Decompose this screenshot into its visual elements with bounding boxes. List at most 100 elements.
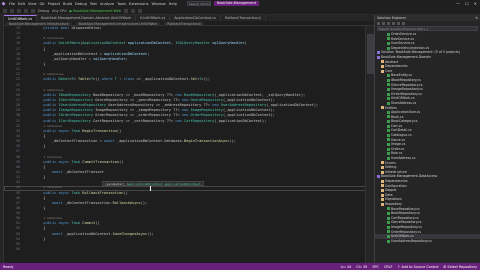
- editor-scrollbar[interactable]: [365, 26, 374, 263]
- back-icon[interactable]: [3, 8, 7, 13]
- tool-icon[interactable]: [137, 8, 142, 13]
- menu-item-debug[interactable]: Debug: [75, 2, 87, 6]
- csharp-file-icon: [387, 152, 390, 156]
- folder-icon: [381, 198, 384, 202]
- csharp-file-icon: [387, 138, 390, 142]
- toolbar: Debug Any CPU ▶ BookSale.Management.Web: [0, 7, 480, 15]
- close-icon[interactable]: ✕: [475, 15, 480, 21]
- class-dropdown[interactable]: BookSale.Management.Infrastructure.UnitO…: [75, 21, 161, 26]
- solution-name-badge: BookSale.Management: [213, 1, 259, 6]
- configuration-select[interactable]: Debug: [38, 9, 49, 13]
- undo-icon[interactable]: [24, 8, 28, 13]
- status-item[interactable]: Ln: 44: [341, 265, 352, 269]
- csharp-file-icon: [387, 101, 390, 105]
- folder-icon: [381, 166, 384, 170]
- status-right: Ln: 44 Ch: 39 SPC CRLF ↑ Add to Source Contr…: [341, 265, 480, 269]
- sync-icon[interactable]: [382, 22, 385, 25]
- folder-icon: [381, 188, 384, 192]
- status-item[interactable]: ⊞ Select Repository: [444, 265, 478, 269]
- quick-info-tooltip: (parameter) ApplicationDbContext applica…: [102, 181, 204, 186]
- csharp-file-icon: [387, 211, 390, 215]
- solution-explorer-search[interactable]: Search Solution Explorer (Ctrl+;): [377, 26, 478, 31]
- run-button[interactable]: ▶ BookSale.Management.Web: [70, 9, 121, 13]
- csharp-file-icon: [387, 221, 390, 225]
- tooltip-type: ApplicationDbContext applicationDbContex…: [126, 182, 201, 186]
- tree-item-label: UserAddressRepository.cs: [391, 238, 432, 243]
- menu-item-extensions[interactable]: Extensions: [129, 2, 149, 6]
- menu-bar: File Edit View Git Project Build Debug Test Anal…: [9, 2, 177, 6]
- code-editor[interactable]: 13 14 15 16 17 18 19 20 21 22 23 24 25 26 27 28 29 30 31 32…: [4, 26, 374, 263]
- save-icon[interactable]: [17, 8, 21, 13]
- csharp-file-icon: [387, 239, 390, 243]
- menu-item-edit[interactable]: Edit: [18, 2, 25, 6]
- folder-icon: [381, 202, 384, 206]
- csharp-file-icon: [387, 120, 390, 124]
- collapse-icon[interactable]: [392, 22, 395, 25]
- folder-icon: [381, 60, 384, 64]
- menu-item-window[interactable]: Window: [152, 2, 166, 6]
- menu-item-view[interactable]: View: [28, 2, 37, 6]
- csharp-file-icon: [387, 216, 390, 220]
- code-area[interactable]: private bool disposedValue; 0 references…: [26, 26, 366, 247]
- menu-item-analyze[interactable]: Analyze: [100, 2, 114, 6]
- csharp-file-icon: [387, 37, 390, 41]
- properties-icon[interactable]: [402, 22, 405, 25]
- folder-icon: [381, 64, 384, 68]
- solution-tree: OrderService.cs RoleService.cs UserService…: [375, 32, 480, 243]
- csharp-file-icon: [387, 115, 390, 119]
- csharp-file-icon: [387, 83, 390, 87]
- platform-select[interactable]: Any CPU: [52, 9, 66, 13]
- tree-item[interactable]: UserAddressRepository.cs: [375, 239, 480, 244]
- csharp-file-icon: [387, 41, 390, 45]
- solution-explorer: Solution Explorer ✕ Search Solution Expl…: [374, 15, 480, 263]
- csharp-file-icon: [387, 207, 390, 211]
- member-dropdown[interactable]: RollbackTransaction(): [164, 21, 205, 26]
- tool-icon[interactable]: [123, 8, 128, 13]
- csharp-file-icon: [387, 124, 390, 128]
- menu-item-help[interactable]: Help: [169, 2, 177, 6]
- csharp-file-icon: [387, 225, 390, 229]
- folder-icon: [381, 106, 384, 110]
- menu-item-test[interactable]: Test: [90, 2, 97, 6]
- status-text: Ready: [3, 264, 14, 269]
- menu-item-file[interactable]: File: [9, 2, 15, 6]
- folder-icon: [381, 193, 384, 197]
- visual-studio-logo-icon: ◆: [1, 0, 6, 7]
- project-dropdown[interactable]: BookSale.Management.Infrastructure: [6, 21, 72, 26]
- line-number-gutter: 13 14 15 16 17 18 19 20 21 22 23 24 25 26 27 28 29 30 31 32…: [4, 26, 21, 263]
- menu-item-build[interactable]: Build: [63, 2, 72, 6]
- csharp-file-icon: [387, 78, 390, 82]
- home-icon[interactable]: [377, 22, 380, 25]
- close-button[interactable]: ✕: [474, 1, 477, 6]
- csharp-file-icon: [387, 74, 390, 78]
- csharp-file-icon: [387, 147, 390, 151]
- tooltip-text: (parameter): [105, 182, 127, 186]
- solution-explorer-title: Solution Explorer: [377, 16, 407, 20]
- project-icon: [377, 175, 380, 179]
- menu-item-tools[interactable]: Tools: [117, 2, 126, 6]
- redo-icon[interactable]: [31, 8, 35, 13]
- tool-icon[interactable]: [130, 8, 135, 13]
- search-input[interactable]: Search (Ctrl+Q): [186, 1, 211, 6]
- status-item[interactable]: ↑ Add to Source Control: [397, 265, 438, 269]
- window-controls: — ☐ ✕: [456, 1, 480, 6]
- csharp-file-icon: [387, 92, 390, 96]
- csharp-file-icon: [387, 87, 390, 91]
- folder-icon: [381, 69, 384, 73]
- status-item[interactable]: CRLF: [384, 265, 393, 269]
- minimize-button[interactable]: —: [456, 1, 460, 6]
- show-all-files-icon[interactable]: [397, 22, 400, 25]
- forward-icon[interactable]: [10, 8, 14, 13]
- maximize-button[interactable]: ☐: [465, 1, 469, 6]
- csharp-file-icon: [387, 46, 390, 50]
- title-bar: ◆ File Edit View Git Project Build Debug Test An…: [0, 0, 480, 7]
- status-item[interactable]: Ch: 39: [356, 265, 367, 269]
- menu-item-project[interactable]: Project: [48, 2, 60, 6]
- csharp-file-icon: [387, 97, 390, 101]
- refresh-icon[interactable]: [387, 22, 390, 25]
- scrollbar-thumb[interactable]: [367, 34, 374, 74]
- folder-icon: [381, 184, 384, 188]
- menu-item-git[interactable]: Git: [40, 2, 45, 6]
- status-item[interactable]: SPC: [372, 265, 379, 269]
